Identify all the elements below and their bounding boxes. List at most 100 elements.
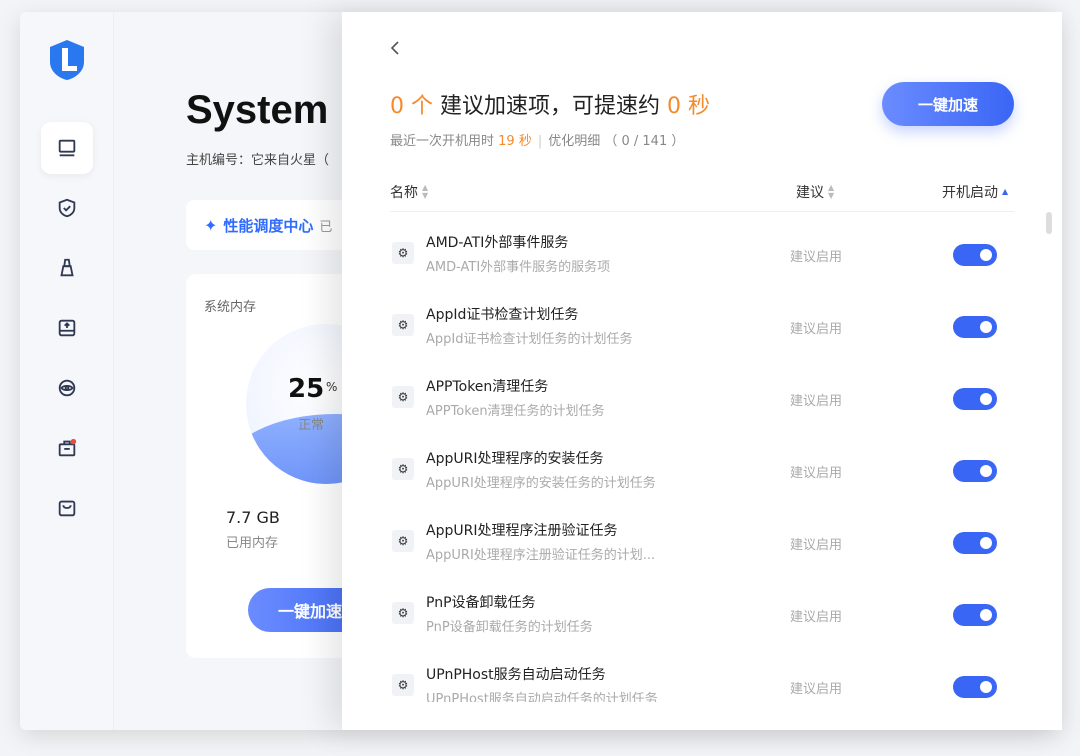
computer-icon	[58, 139, 76, 157]
gear-icon: ⚙	[392, 458, 414, 480]
item-name: APPToken清理任务	[426, 379, 549, 395]
startup-toggle[interactable]	[953, 532, 997, 554]
host-label: 主机编号：它来自火星（	[186, 153, 330, 168]
drive-icon	[58, 319, 76, 337]
toggle-knob	[980, 465, 992, 477]
memory-title: 系统内存	[204, 300, 257, 315]
table-row: ⚙ UPnPHost服务自动启动任务 UPnPHost服务自动启动任务的计划任务…	[390, 648, 1014, 702]
memory-percent-unit: %	[326, 380, 338, 394]
one-click-boost-button[interactable]: 一键加速	[882, 82, 1014, 126]
toggle-knob	[980, 681, 992, 693]
item-name: AppId证书检查计划任务	[426, 307, 579, 323]
item-description: PnP设备卸载任务的计划任务	[426, 620, 593, 635]
startup-toggle[interactable]	[953, 460, 997, 482]
column-startup-header[interactable]: 开机启动 ▲	[942, 182, 1008, 202]
store-icon	[58, 500, 76, 517]
table-row: ⚙ AppURI处理程序注册验证任务 AppURI处理程序注册验证任务的计划..…	[390, 504, 1014, 576]
nav-privacy[interactable]	[41, 362, 93, 414]
gear-icon: ⚙	[392, 314, 414, 336]
eye-icon	[58, 379, 76, 397]
item-description: UPnPHost服务自动启动任务的计划任务	[426, 692, 658, 702]
shield-icon	[58, 198, 76, 218]
memory-percent: 25	[288, 374, 325, 404]
column-name-label: 名称	[390, 185, 418, 201]
item-recommendation: 建议启用	[790, 466, 843, 481]
toggle-knob	[980, 321, 992, 333]
item-name: AppURI处理程序注册验证任务	[426, 523, 618, 539]
nav-drive[interactable]	[41, 302, 93, 354]
toggle-knob	[980, 393, 992, 405]
headline-seconds: 0 秒	[667, 94, 710, 119]
item-name: AMD-ATI外部事件服务	[426, 235, 569, 251]
startup-toggle[interactable]	[953, 388, 997, 410]
sparkle-icon: ✦	[204, 215, 218, 235]
item-description: AMD-ATI外部事件服务的服务项	[426, 260, 611, 275]
item-name: UPnPHost服务自动启动任务	[426, 667, 606, 683]
item-description: AppId证书检查计划任务的计划任务	[426, 332, 633, 347]
memory-used-label: 已用内存	[226, 536, 279, 551]
gear-icon: ⚙	[392, 602, 414, 624]
boot-time-prefix: 最近一次开机用时	[390, 134, 499, 149]
item-recommendation: 建议启用	[790, 610, 843, 625]
toggle-knob	[980, 609, 992, 621]
item-recommendation: 建议启用	[790, 538, 843, 553]
item-recommendation: 建议启用	[790, 682, 843, 697]
item-description: AppURI处理程序注册验证任务的计划...	[426, 548, 656, 563]
nav-cleanup[interactable]	[41, 242, 93, 294]
drawer-headline: 0 个 建议加速项，可提速约 0 秒	[390, 88, 710, 120]
nav-store[interactable]	[41, 482, 93, 534]
item-description: APPToken清理任务的计划任务	[426, 404, 605, 419]
gear-icon: ⚙	[392, 242, 414, 264]
nav-security[interactable]	[41, 182, 93, 234]
item-recommendation: 建议启用	[790, 250, 843, 265]
startup-toggle[interactable]	[953, 604, 997, 626]
item-name: PnP设备卸载任务	[426, 595, 536, 611]
broom-icon	[60, 258, 74, 277]
column-startup-label: 开机启动	[942, 185, 998, 201]
item-recommendation: 建议启用	[790, 322, 843, 337]
table-row: ⚙ AMD-ATI外部事件服务 AMD-ATI外部事件服务的服务项 建议启用	[390, 216, 1014, 288]
performance-center-label: 性能调度中心	[223, 216, 314, 235]
table-row: ⚙ APPToken清理任务 APPToken清理任务的计划任务 建议启用	[390, 360, 1014, 432]
column-recommendation-label: 建议	[796, 185, 824, 201]
startup-toggle[interactable]	[953, 316, 997, 338]
toggle-knob	[980, 249, 992, 261]
boot-time-value: 19 秒	[498, 134, 532, 149]
nav-computer[interactable]	[41, 122, 93, 174]
headline-middle: 建议加速项，可提速约	[433, 94, 667, 119]
startup-toggle[interactable]	[953, 244, 997, 266]
memory-status: 正常	[298, 418, 325, 433]
performance-center-suffix: 已	[319, 219, 333, 235]
gear-icon: ⚙	[392, 674, 414, 696]
drawer-subline: 最近一次开机用时 19 秒 | 优化明细 （ 0 / 141 ）	[390, 130, 684, 149]
startup-optimization-drawer: 0 个 建议加速项，可提速约 0 秒 最近一次开机用时 19 秒 | 优化明细 （ …	[342, 12, 1062, 730]
table-row: ⚙ AppURI处理程序的安装任务 AppURI处理程序的安装任务的计划任务 建…	[390, 432, 1014, 504]
table-row: ⚙ AppId证书检查计划任务 AppId证书检查计划任务的计划任务 建议启用	[390, 288, 1014, 360]
startup-toggle[interactable]	[953, 676, 997, 698]
headline-count: 0 个	[390, 94, 433, 119]
app-logo	[50, 40, 84, 80]
item-description: AppURI处理程序的安装任务的计划任务	[426, 476, 656, 491]
item-recommendation: 建议启用	[790, 394, 843, 409]
table-row: ⚙ PnP设备卸载任务 PnP设备卸载任务的计划任务 建议启用	[390, 576, 1014, 648]
sort-icon: ▲ ▼	[422, 183, 429, 200]
sort-ascending-icon: ▲	[1002, 187, 1009, 196]
toggle-knob	[980, 537, 992, 549]
table-header: 名称 ▲ ▼ 建议 ▲ ▼ 开机启动 ▲	[390, 176, 1014, 212]
back-arrow-icon[interactable]	[386, 38, 406, 58]
column-name-header[interactable]: 名称 ▲ ▼	[390, 182, 428, 202]
memory-used-value: 7.7 GB	[226, 508, 280, 527]
sort-icon: ▲ ▼	[828, 183, 835, 200]
gear-icon: ⚙	[392, 530, 414, 552]
item-name: AppURI处理程序的安装任务	[426, 451, 604, 467]
page-title: System	[186, 88, 329, 132]
column-recommendation-header[interactable]: 建议 ▲ ▼	[796, 182, 834, 202]
subline-separator: |	[537, 134, 543, 149]
sidebar	[20, 12, 114, 730]
optimization-detail[interactable]: 优化明细 （ 0 / 141 ）	[548, 134, 684, 149]
startup-items-list: ⚙ AMD-ATI外部事件服务 AMD-ATI外部事件服务的服务项 建议启用 ⚙…	[390, 216, 1014, 702]
list-scrollbar[interactable]	[1046, 212, 1052, 234]
gear-icon: ⚙	[392, 386, 414, 408]
toolbox-icon	[58, 438, 77, 457]
nav-toolbox[interactable]	[41, 422, 93, 474]
